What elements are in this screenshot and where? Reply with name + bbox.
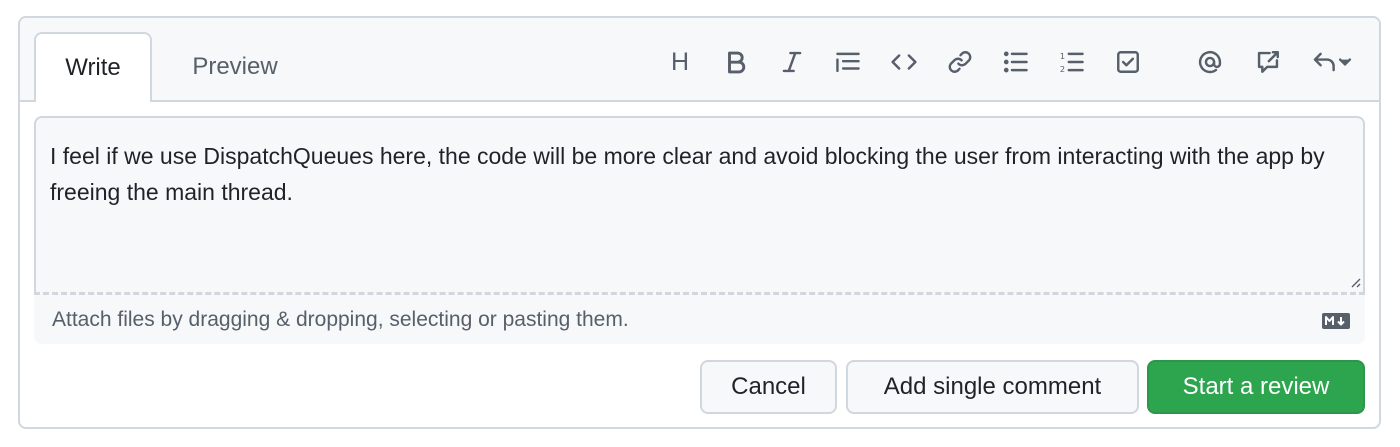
cancel-button[interactable]: Cancel xyxy=(700,360,837,414)
add-single-comment-button[interactable]: Add single comment xyxy=(846,360,1139,414)
reply-icon[interactable] xyxy=(1308,46,1356,78)
svg-text:1: 1 xyxy=(1060,51,1065,61)
mention-icon[interactable] xyxy=(1194,46,1226,78)
code-icon[interactable] xyxy=(888,46,920,78)
editor-header: Write Preview H 12 xyxy=(20,18,1379,102)
quote-icon[interactable] xyxy=(832,46,864,78)
task-list-icon[interactable] xyxy=(1112,46,1144,78)
start-review-button[interactable]: Start a review xyxy=(1147,360,1365,414)
heading-icon[interactable]: H xyxy=(664,46,696,78)
unordered-list-icon[interactable] xyxy=(1000,46,1032,78)
comment-textarea[interactable]: I feel if we use DispatchQueues here, th… xyxy=(34,116,1365,292)
attach-hint: Attach files by dragging & dropping, sel… xyxy=(52,308,629,331)
link-icon[interactable] xyxy=(944,46,976,78)
italic-icon[interactable] xyxy=(776,46,808,78)
attach-bar[interactable]: Attach files by dragging & dropping, sel… xyxy=(34,292,1365,344)
comment-form: Write Preview H 12 I feel if we use Disp… xyxy=(18,16,1381,429)
ordered-list-icon[interactable]: 12 xyxy=(1056,46,1088,78)
tab-preview[interactable]: Preview xyxy=(170,32,300,102)
svg-text:2: 2 xyxy=(1060,64,1065,74)
reference-icon[interactable] xyxy=(1252,46,1284,78)
heading-label: H xyxy=(670,47,690,76)
markdown-icon[interactable] xyxy=(1321,311,1351,331)
tab-write[interactable]: Write xyxy=(34,32,152,102)
bold-icon[interactable] xyxy=(720,46,752,78)
